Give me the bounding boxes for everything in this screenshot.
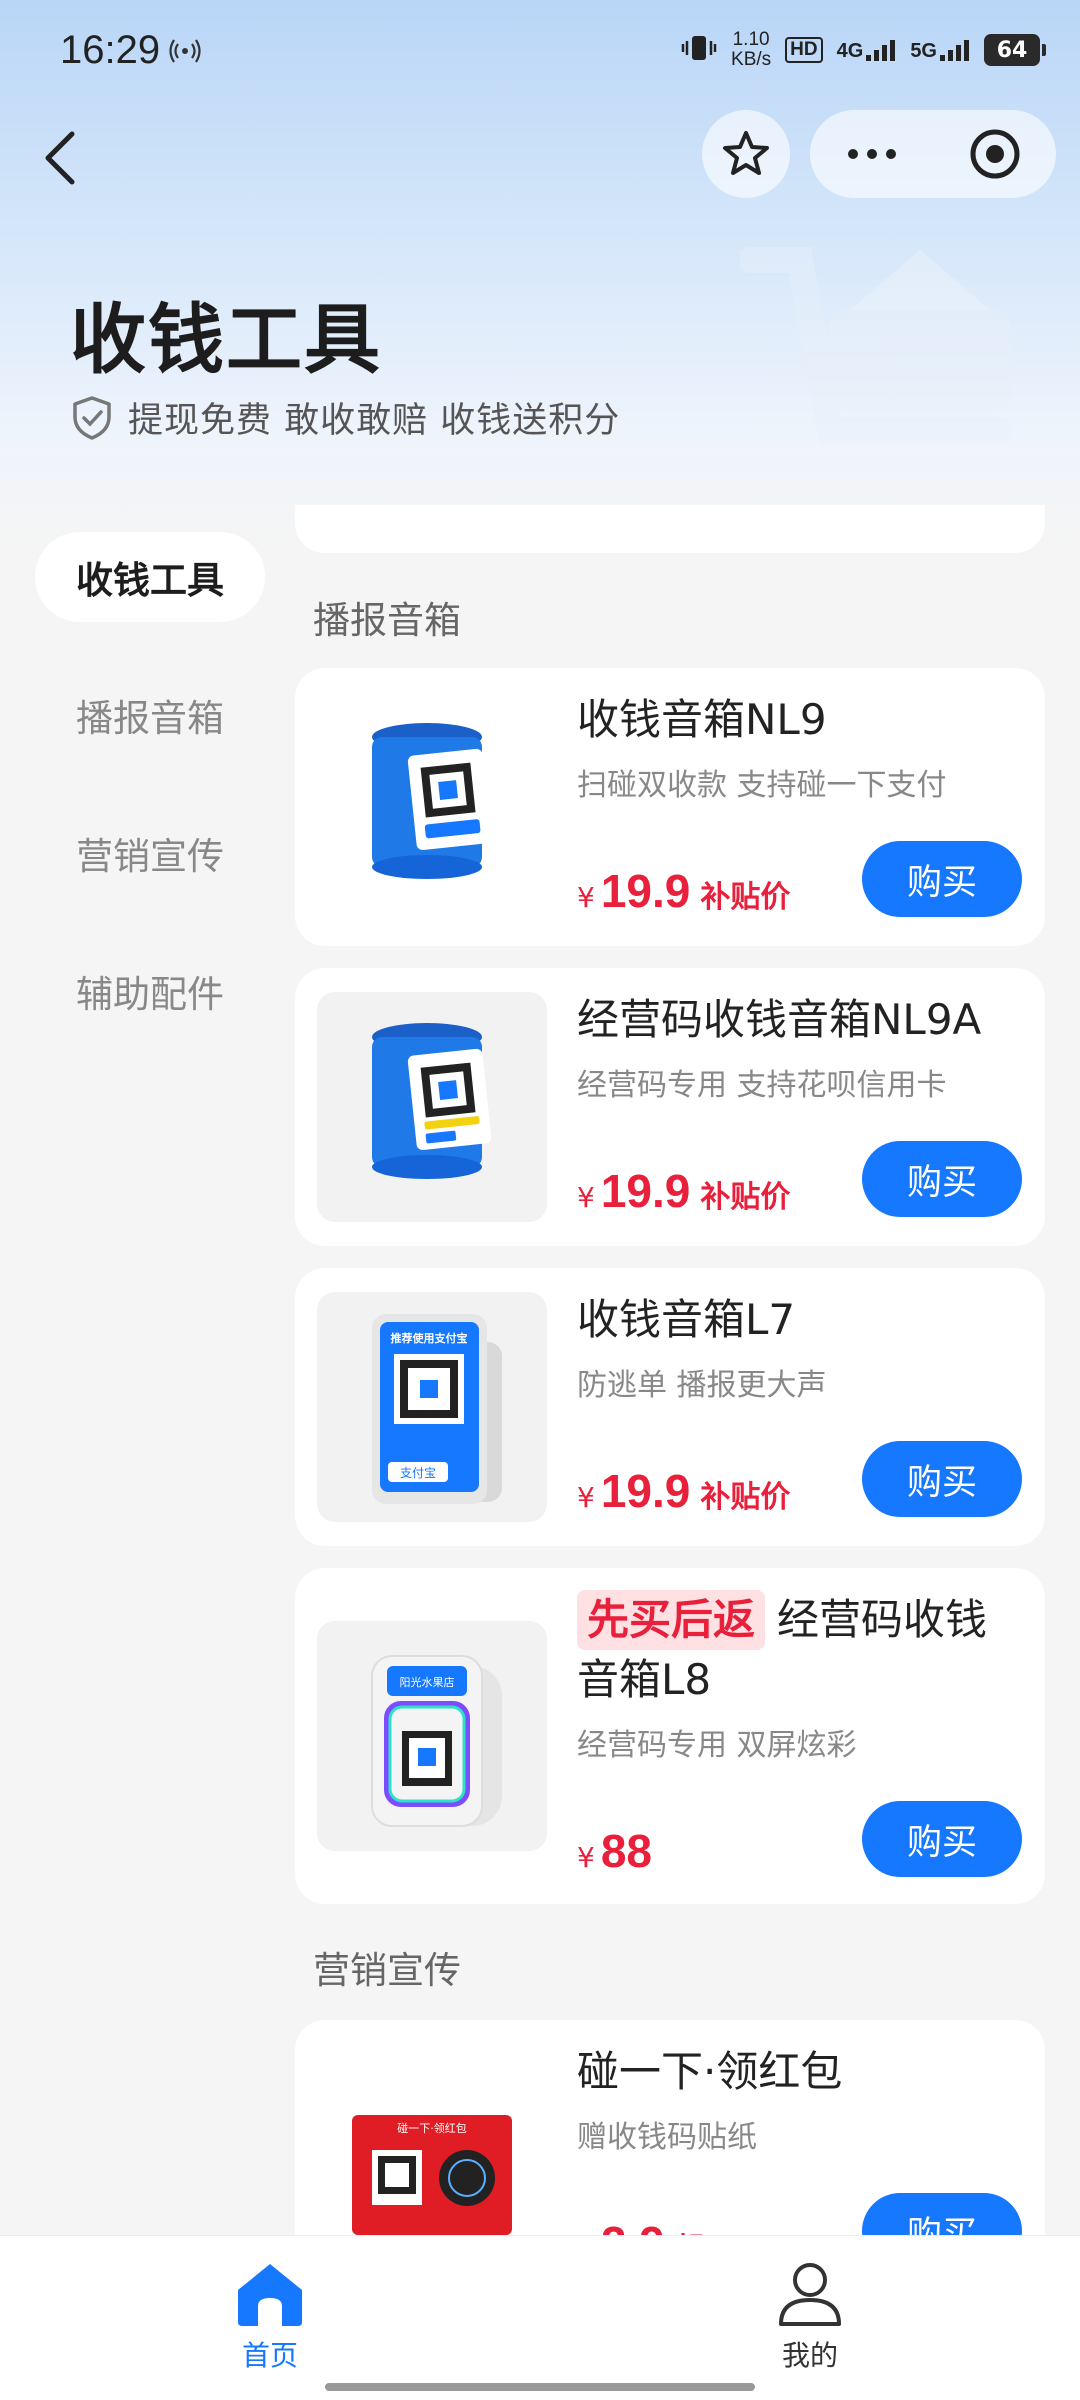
- back-button[interactable]: [30, 118, 90, 198]
- product-price: ¥ 88: [577, 1824, 652, 1878]
- net-speed-unit: KB/s: [731, 49, 772, 70]
- hd-badge: HD: [785, 37, 823, 63]
- currency-symbol: ¥: [577, 881, 595, 914]
- signal-bars-icon: [866, 40, 896, 61]
- previous-card-edge: [295, 505, 1045, 553]
- status-indicators: 1.10 KB/s HD 4G 5G 64: [681, 30, 1046, 70]
- speaker-nl9a-image: [372, 1023, 492, 1179]
- product-price: ¥ 2.9 起: [577, 2216, 705, 2235]
- battery-indicator: 64: [984, 34, 1046, 66]
- buy-button[interactable]: 购买: [862, 2193, 1022, 2235]
- bottom-tab-bar: 首页 我的: [0, 2235, 1080, 2400]
- status-time: 16:29: [60, 28, 161, 72]
- price-tag: 补贴价: [700, 1180, 791, 1215]
- net-speed: 1.10 KB/s: [731, 30, 771, 70]
- signal-bars-icon: [940, 40, 969, 61]
- product-price: ¥ 19.9 补贴价: [577, 1164, 790, 1218]
- product-card[interactable]: 阳光水果店 先买后返 经营码收钱音箱L8 经营码专用 双屏炫彩 ¥ 88 购买: [295, 1568, 1045, 1904]
- speaker-l7-image: 推荐使用支付宝 支付宝: [372, 1314, 502, 1504]
- speaker-nl9-image: [372, 723, 492, 879]
- sidebar-item-tools[interactable]: 收钱工具: [35, 532, 265, 622]
- shield-check-icon: [73, 395, 111, 440]
- section-title-marketing: 营销宣传: [313, 1949, 461, 1992]
- miniapp-capsule: [810, 110, 1056, 198]
- close-miniapp-button[interactable]: [933, 110, 1056, 198]
- product-card[interactable]: 推荐使用支付宝 支付宝 收钱音箱L7 防逃单 播报更大声 ¥ 19.9 补贴价 …: [295, 1268, 1045, 1546]
- currency-symbol: ¥: [577, 1181, 595, 1214]
- subtitle-row: 提现免费 敢收敢赔 收钱送积分: [70, 392, 620, 443]
- product-price: ¥ 19.9 补贴价: [577, 864, 790, 918]
- sidebar-item-accessories[interactable]: 辅助配件: [35, 946, 265, 1036]
- signal-4g: 4G: [837, 39, 897, 61]
- l7-thumb-brand: 支付宝: [400, 1466, 436, 1480]
- currency-symbol: ¥: [577, 1841, 595, 1874]
- price-tag: 起: [675, 2224, 705, 2235]
- tab-mine[interactable]: 我的: [730, 2258, 890, 2378]
- product-card[interactable]: 经营码收钱音箱NL9A 经营码专用 支持花呗信用卡 ¥ 19.9 补贴价 购买: [295, 968, 1045, 1246]
- red-packet-sticker-image: 碰一下·领红包: [352, 2115, 512, 2235]
- promo-tag: 先买后返: [577, 1590, 766, 1650]
- price-tag: 补贴价: [700, 880, 791, 915]
- product-name: 收钱音箱L7: [577, 1295, 796, 1344]
- l7-thumb-text: 推荐使用支付宝: [391, 1331, 468, 1345]
- speaker-l8-image: 阳光水果店: [371, 1655, 502, 1827]
- sticker-thumb-text: 碰一下·领红包: [397, 2122, 467, 2135]
- sidebar-item-marketing[interactable]: 营销宣传: [35, 808, 265, 898]
- price-value: 19.9: [600, 865, 691, 917]
- product-card[interactable]: 碰一下·领红包 碰一下·领红包 赠收钱码贴纸 ¥ 2.9 起 购买: [295, 2020, 1045, 2235]
- product-name: 碰一下·领红包: [577, 2047, 843, 2096]
- product-name: 先买后返 经营码收钱音箱L8: [577, 1590, 1027, 1710]
- product-card[interactable]: 收钱音箱NL9 扫碰双收款 支持碰一下支付 ¥ 19.9 补贴价 购买: [295, 668, 1045, 946]
- product-name: 收钱音箱NL9: [577, 695, 827, 744]
- buy-button[interactable]: 购买: [862, 1801, 1022, 1877]
- product-desc: 扫碰双收款 支持碰一下支付: [577, 768, 947, 803]
- price-value: 2.9: [601, 2216, 665, 2235]
- product-desc: 赠收钱码贴纸: [577, 2120, 757, 2155]
- more-button[interactable]: [810, 110, 933, 198]
- product-desc: 经营码专用 双屏炫彩: [577, 1728, 857, 1763]
- tab-mine-label: 我的: [781, 2339, 838, 2372]
- target-close-icon: [970, 129, 1019, 179]
- tab-home[interactable]: 首页: [190, 2258, 350, 2378]
- product-image: 推荐使用支付宝 支付宝: [317, 1292, 547, 1522]
- favorite-button[interactable]: [702, 110, 790, 198]
- product-name: 经营码收钱音箱NL9A: [577, 995, 982, 1044]
- tab-home-label: 首页: [241, 2339, 298, 2372]
- product-image: [317, 992, 547, 1222]
- home-icon: [238, 2264, 302, 2326]
- currency-symbol: ¥: [577, 1481, 595, 1514]
- vibrate-icon: [681, 33, 717, 67]
- buy-button[interactable]: 购买: [862, 1441, 1022, 1517]
- signal-5g-label: 5G: [910, 40, 937, 62]
- buy-button[interactable]: 购买: [862, 841, 1022, 917]
- sidebar-item-speaker[interactable]: 播报音箱: [35, 670, 265, 760]
- product-image: 碰一下·领红包: [317, 2060, 547, 2235]
- product-desc: 防逃单 播报更大声: [577, 1368, 827, 1403]
- hotspot-icon: [168, 38, 202, 71]
- home-indicator[interactable]: [325, 2383, 755, 2391]
- person-icon: [779, 2263, 841, 2326]
- status-bar: 16:29 1.10 KB/s HD 4G 5G 64: [0, 0, 1080, 100]
- page-subtitle: 提现免费 敢收敢赔 收钱送积分: [128, 401, 621, 441]
- signal-4g-label: 4G: [836, 40, 864, 62]
- product-price: ¥ 19.9 补贴价: [577, 1464, 790, 1518]
- signal-5g: 5G: [910, 39, 970, 61]
- price-value: 19.9: [600, 1165, 691, 1217]
- price-value: 88: [600, 1825, 652, 1877]
- chevron-left-icon: [45, 131, 75, 185]
- product-image: [317, 692, 547, 922]
- net-speed-value: 1.10: [732, 29, 770, 50]
- page-title: 收钱工具: [70, 295, 382, 384]
- product-image: 阳光水果店: [317, 1621, 547, 1851]
- section-title-speaker: 播报音箱: [313, 599, 461, 642]
- star-icon: [723, 131, 769, 175]
- buy-button[interactable]: 购买: [862, 1141, 1022, 1217]
- product-desc: 经营码专用 支持花呗信用卡: [577, 1068, 947, 1103]
- price-tag: 补贴价: [700, 1480, 791, 1515]
- more-dots-icon: [847, 149, 896, 159]
- price-value: 19.9: [600, 1465, 691, 1517]
- l8-thumb-text: 阳光水果店: [400, 1675, 455, 1689]
